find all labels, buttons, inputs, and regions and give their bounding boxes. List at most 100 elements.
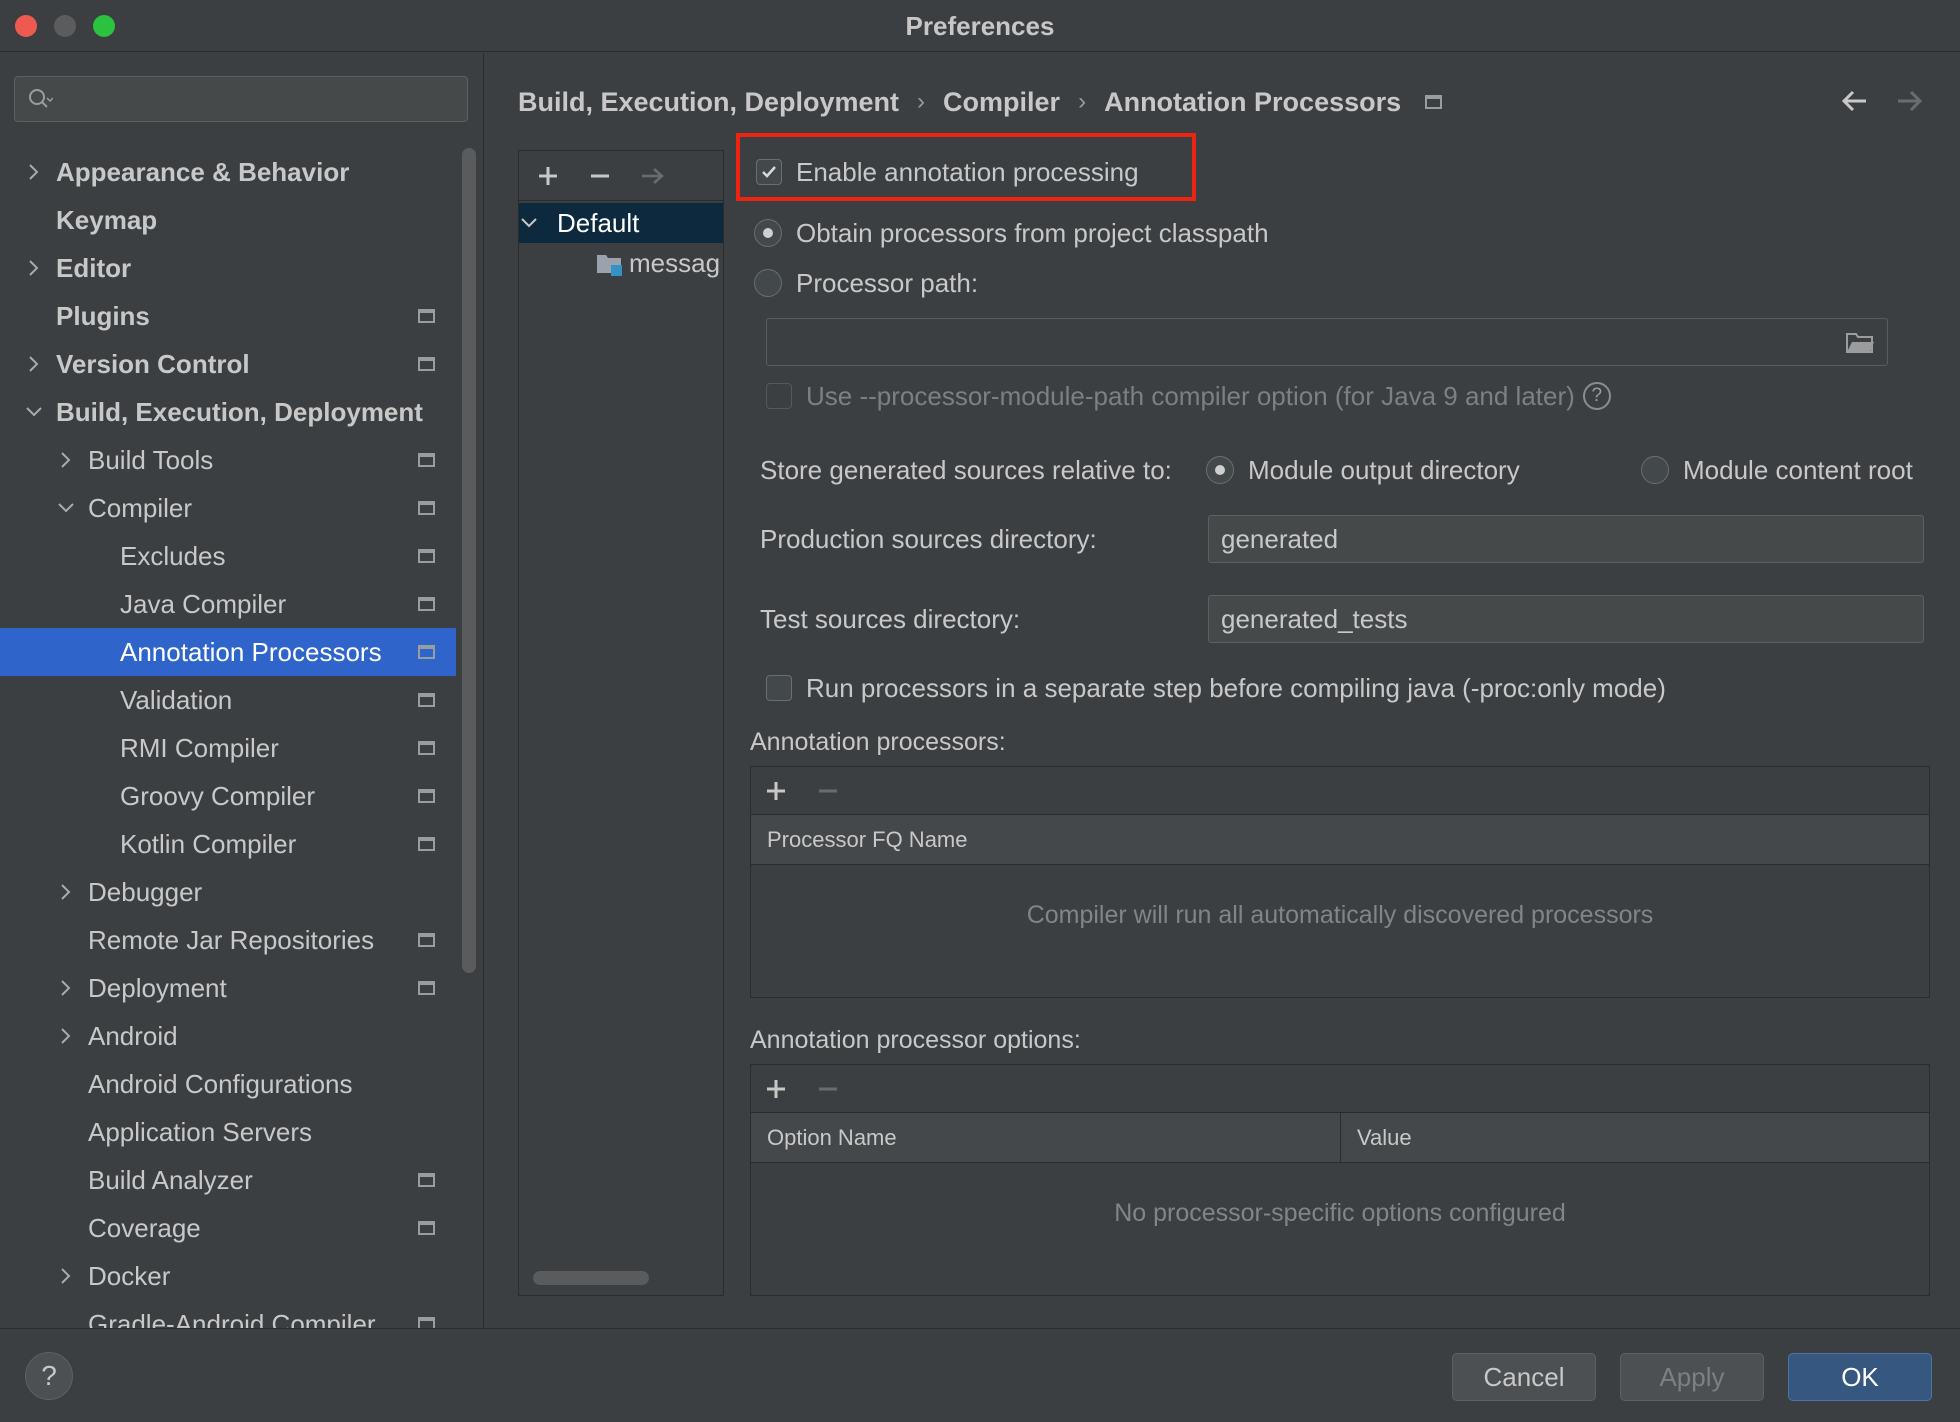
chevron-right-icon[interactable] <box>56 1026 76 1046</box>
enable-annotation-processing-label: Enable annotation processing <box>796 156 1139 187</box>
project-level-icon <box>418 741 435 755</box>
enable-annotation-processing-checkbox[interactable] <box>756 159 782 185</box>
chevron-right-icon[interactable] <box>56 1266 76 1286</box>
processor-path-field[interactable] <box>766 318 1888 366</box>
help-button[interactable]: ? <box>25 1352 73 1400</box>
sidebar-item-plugins[interactable]: Plugins <box>0 292 456 340</box>
chevron-right-icon[interactable] <box>56 882 76 902</box>
sidebar-item-build-analyzer[interactable]: Build Analyzer <box>0 1156 456 1204</box>
breadcrumb-separator: › <box>1078 88 1087 115</box>
sidebar-item-label: Java Compiler <box>120 588 287 619</box>
test-sources-row: Test sources directory: <box>760 597 1020 641</box>
sidebar-item-label: Groovy Compiler <box>120 780 316 811</box>
settings-search-field[interactable] <box>14 76 468 122</box>
enable-annotation-processing-row[interactable]: Enable annotation processing <box>756 152 1139 192</box>
profile-default[interactable]: Default <box>519 203 723 243</box>
sidebar-item-label: Debugger <box>88 876 203 907</box>
value-column[interactable]: Value <box>1341 1113 1412 1163</box>
breadcrumb-item-build: Build, Execution, Deployment <box>518 86 900 117</box>
chevron-down-icon <box>521 218 537 228</box>
add-icon[interactable] <box>533 161 563 191</box>
sidebar-item-rmi-compiler[interactable]: RMI Compiler <box>0 724 456 772</box>
sidebar-item-appearance-behavior[interactable]: Appearance & Behavior <box>0 148 456 196</box>
production-sources-input[interactable]: generated <box>1208 515 1924 563</box>
sidebar-item-label: Android <box>88 1020 178 1051</box>
sidebar-item-excludes[interactable]: Excludes <box>0 532 456 580</box>
sidebar-item-gradle-android-compiler[interactable]: Gradle-Android Compiler <box>0 1300 456 1328</box>
module-output-directory-option[interactable]: Module output directory <box>1206 448 1520 492</box>
sidebar-item-docker[interactable]: Docker <box>0 1252 456 1300</box>
chevron-right-icon[interactable] <box>24 354 44 374</box>
sidebar-scrollbar[interactable] <box>462 148 476 973</box>
obtain-from-classpath-radio[interactable] <box>754 219 782 247</box>
separate-step-checkbox[interactable] <box>766 675 792 701</box>
chevron-down-icon[interactable] <box>56 498 76 518</box>
obtain-from-classpath-row[interactable]: Obtain processors from project classpath <box>754 213 1269 253</box>
sidebar-item-remote-jar-repositories[interactable]: Remote Jar Repositories <box>0 916 456 964</box>
profile-module[interactable]: messag <box>519 243 723 283</box>
project-level-icon <box>418 645 435 659</box>
sidebar-item-editor[interactable]: Editor <box>0 244 456 292</box>
project-level-icon <box>418 357 435 371</box>
sidebar-item-compiler[interactable]: Compiler <box>0 484 456 532</box>
profiles-scrollbar[interactable] <box>533 1271 649 1285</box>
test-sources-input[interactable]: generated_tests <box>1208 595 1924 643</box>
sidebar-item-version-control[interactable]: Version Control <box>0 340 456 388</box>
sidebar-item-validation[interactable]: Validation <box>0 676 456 724</box>
module-output-directory-radio[interactable] <box>1206 456 1234 484</box>
module-content-root-radio[interactable] <box>1641 456 1669 484</box>
processor-options-empty-text: No processor-specific options configured <box>1114 1199 1566 1227</box>
sidebar-item-label: Build Analyzer <box>88 1164 253 1195</box>
chevron-down-icon[interactable] <box>24 402 44 422</box>
move-arrow-icon[interactable] <box>637 161 667 191</box>
processor-path-radio[interactable] <box>754 269 782 297</box>
sidebar-item-label: Docker <box>88 1260 171 1291</box>
back-arrow-icon[interactable] <box>1838 84 1872 118</box>
project-level-icon <box>418 789 435 803</box>
sidebar-item-keymap[interactable]: Keymap <box>0 196 456 244</box>
sidebar-item-debugger[interactable]: Debugger <box>0 868 456 916</box>
sidebar-item-annotation-processors[interactable]: Annotation Processors <box>0 628 456 676</box>
sidebar-item-application-servers[interactable]: Application Servers <box>0 1108 456 1156</box>
checkmark-icon <box>762 166 776 178</box>
separate-step-row[interactable]: Run processors in a separate step before… <box>766 668 1666 708</box>
apply-button[interactable]: Apply <box>1620 1353 1764 1401</box>
sidebar-item-label: Version Control <box>56 348 250 379</box>
sidebar-item-android[interactable]: Android <box>0 1012 456 1060</box>
sidebar-item-android-configurations[interactable]: Android Configurations <box>0 1060 456 1108</box>
chevron-right-icon[interactable] <box>56 450 76 470</box>
sidebar-item-groovy-compiler[interactable]: Groovy Compiler <box>0 772 456 820</box>
module-content-root-option[interactable]: Module content root <box>1641 448 1913 492</box>
processor-fq-name-column[interactable]: Processor FQ Name <box>751 815 968 865</box>
cancel-button[interactable]: Cancel <box>1452 1353 1596 1401</box>
sidebar-item-label: Build Tools <box>88 444 214 475</box>
sidebar-item-build-tools[interactable]: Build Tools <box>0 436 456 484</box>
forward-arrow-icon[interactable] <box>1892 84 1926 118</box>
profile-module-label: messag <box>629 247 721 278</box>
add-icon[interactable] <box>761 1074 791 1104</box>
production-sources-label: Production sources directory: <box>760 523 1097 554</box>
sidebar-item-java-compiler[interactable]: Java Compiler <box>0 580 456 628</box>
search-icon <box>29 89 53 108</box>
folder-icon[interactable] <box>1845 331 1875 355</box>
module-output-directory-label: Module output directory <box>1248 454 1520 485</box>
remove-icon <box>819 789 837 793</box>
remove-icon <box>819 1087 837 1091</box>
remove-icon[interactable] <box>585 161 615 191</box>
add-icon[interactable] <box>761 776 791 806</box>
sidebar-item-kotlin-compiler[interactable]: Kotlin Compiler <box>0 820 456 868</box>
project-level-icon <box>418 501 435 515</box>
ok-button[interactable]: OK <box>1788 1353 1932 1401</box>
sidebar-item-label: Coverage <box>88 1212 201 1243</box>
option-name-column[interactable]: Option Name <box>751 1113 1341 1163</box>
chevron-right-icon[interactable] <box>24 162 44 182</box>
chevron-right-icon[interactable] <box>24 258 44 278</box>
sidebar-item-build-execution-deployment[interactable]: Build, Execution, Deployment <box>0 388 456 436</box>
sidebar-item-deployment[interactable]: Deployment <box>0 964 456 1012</box>
title-bar: Preferences <box>0 0 1960 52</box>
sidebar-item-coverage[interactable]: Coverage <box>0 1204 456 1252</box>
chevron-right-icon[interactable] <box>56 978 76 998</box>
help-icon[interactable]: ? <box>1582 382 1611 410</box>
breadcrumb-item-annotation-processors: Annotation Processors <box>1104 86 1402 117</box>
processor-path-row[interactable]: Processor path: <box>754 263 978 303</box>
